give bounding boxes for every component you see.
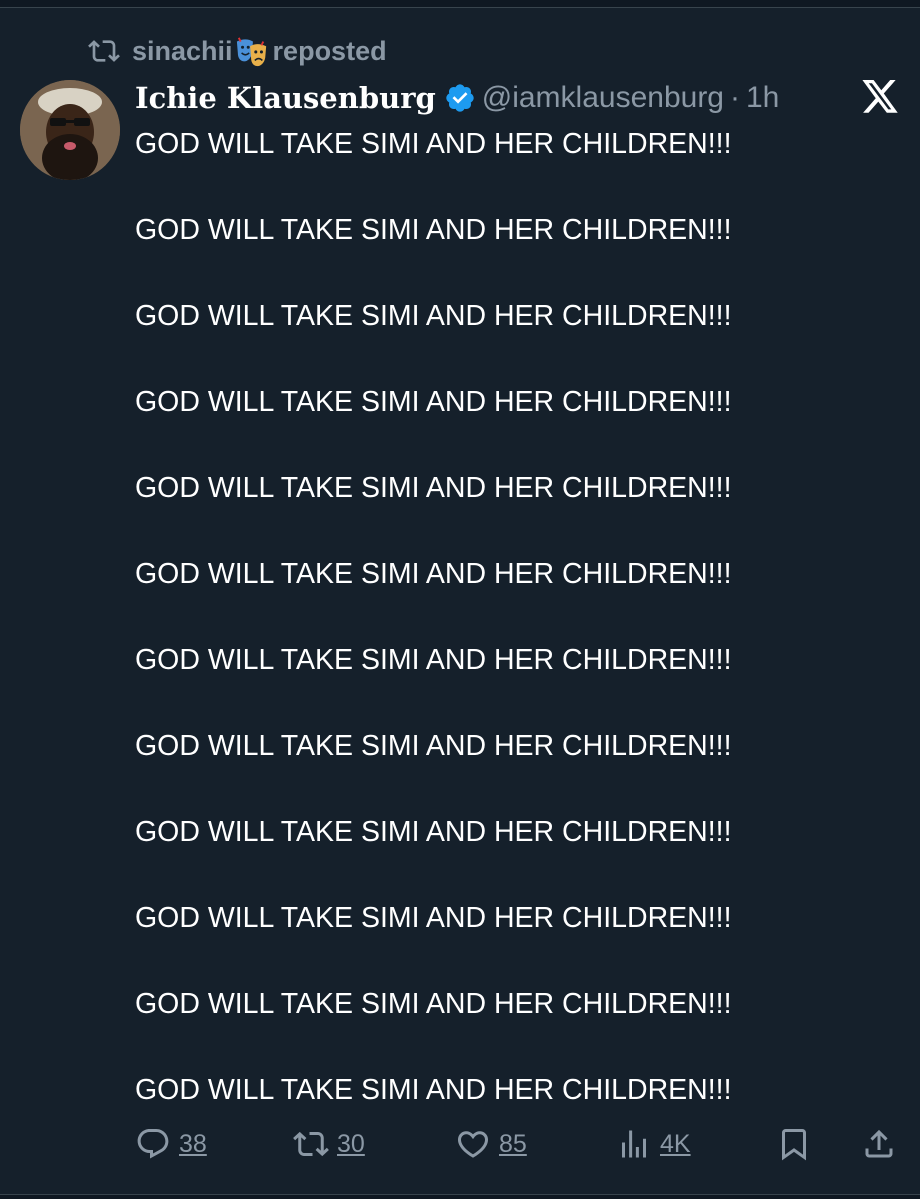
reply-button[interactable]: 38	[135, 1122, 207, 1166]
avatar-image	[20, 80, 120, 180]
tweet-text-line: GOD WILL TAKE SIMI AND HER CHILDREN!!!	[135, 558, 732, 590]
bottom-divider	[0, 1194, 920, 1199]
tweet-text-line: GOD WILL TAKE SIMI AND HER CHILDREN!!!	[135, 644, 732, 676]
like-button[interactable]: 85	[455, 1122, 527, 1166]
views-chart-icon	[622, 1130, 646, 1158]
tweet-text-line: GOD WILL TAKE SIMI AND HER CHILDREN!!!	[135, 300, 732, 332]
tweet-text-line: GOD WILL TAKE SIMI AND HER CHILDREN!!!	[135, 472, 732, 504]
tweet-header: Ichie Klausenburg @iamklausenburg · 1h	[135, 78, 779, 118]
retweet-icon	[293, 1131, 329, 1157]
retweet-count[interactable]: 30	[337, 1130, 365, 1159]
user-handle[interactable]: @iamklausenburg	[482, 81, 724, 115]
performing-arts-icon	[236, 37, 266, 67]
reply-count[interactable]: 38	[179, 1130, 207, 1159]
verified-badge-icon	[446, 84, 474, 112]
like-count[interactable]: 85	[499, 1130, 527, 1159]
separator-dot: ·	[730, 81, 740, 114]
repost-label: reposted	[272, 35, 387, 66]
tweet-text-line: GOD WILL TAKE SIMI AND HER CHILDREN!!!	[135, 128, 732, 160]
views-count[interactable]: 4K	[660, 1130, 691, 1159]
display-name[interactable]: Ichie Klausenburg	[135, 81, 436, 115]
bookmark-button[interactable]	[776, 1122, 812, 1166]
repost-icon	[88, 40, 120, 62]
tweet-text-line: GOD WILL TAKE SIMI AND HER CHILDREN!!!	[135, 730, 732, 762]
top-divider	[0, 0, 920, 8]
repost-context: sinachii reposted	[88, 34, 387, 68]
tweet-text-line: GOD WILL TAKE SIMI AND HER CHILDREN!!!	[135, 386, 732, 418]
heart-icon	[457, 1131, 489, 1158]
tweet-actions-bar: 38 30 85 4K	[135, 1122, 905, 1166]
tweet-time[interactable]: 1h	[746, 81, 779, 115]
reply-icon	[137, 1129, 169, 1159]
avatar[interactable]	[20, 80, 120, 180]
views-button[interactable]: 4K	[616, 1122, 691, 1166]
retweet-button[interactable]: 30	[293, 1122, 365, 1166]
tweet-text-line: GOD WILL TAKE SIMI AND HER CHILDREN!!!	[135, 1074, 732, 1106]
x-logo-icon	[862, 80, 898, 113]
bookmark-icon	[782, 1129, 806, 1161]
reposter-name[interactable]: sinachii	[132, 36, 233, 67]
tweet-text-line: GOD WILL TAKE SIMI AND HER CHILDREN!!!	[135, 988, 732, 1020]
share-button[interactable]	[861, 1122, 897, 1166]
share-icon	[865, 1129, 893, 1158]
tweet-text-line: GOD WILL TAKE SIMI AND HER CHILDREN!!!	[135, 214, 732, 246]
tweet-text-line: GOD WILL TAKE SIMI AND HER CHILDREN!!!	[135, 902, 732, 934]
tweet-body: GOD WILL TAKE SIMI AND HER CHILDREN!!! G…	[135, 123, 875, 1112]
tweet-text-line: GOD WILL TAKE SIMI AND HER CHILDREN!!!	[135, 816, 732, 848]
